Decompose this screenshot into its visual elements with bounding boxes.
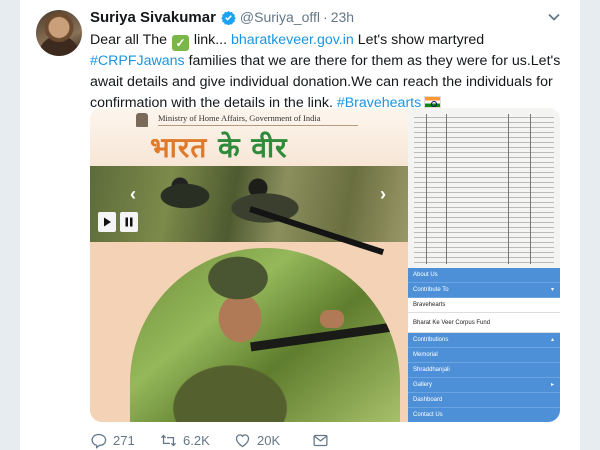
tweet-text-part: link... bbox=[189, 32, 231, 48]
media-poster-image[interactable]: Ministry of Home Affairs, Government of … bbox=[90, 108, 408, 422]
video-slideshow[interactable]: ‹ › bbox=[90, 166, 408, 256]
tweet-timestamp[interactable]: 23h bbox=[331, 9, 354, 25]
document-column-line bbox=[508, 114, 509, 264]
poster-title: भारत के वीर bbox=[150, 128, 288, 166]
menu-item-label: Contact Us bbox=[413, 412, 443, 418]
menu-item-label: Bravehearts bbox=[413, 302, 446, 308]
emblem-icon bbox=[136, 113, 148, 127]
menu-item-label: Shraddhanjali bbox=[413, 367, 450, 373]
menu-item-label: Contribute To bbox=[413, 287, 449, 293]
ministry-banner: Ministry of Home Affairs, Government of … bbox=[90, 108, 408, 166]
chevron-right-icon: ▸ bbox=[550, 382, 554, 388]
menu-item-label: Memorial bbox=[413, 352, 438, 358]
verified-badge-icon bbox=[221, 10, 236, 25]
chevron-down-icon[interactable] bbox=[546, 10, 562, 24]
tweet-card[interactable]: Suriya Sivakumar @Suriya_offl · 23h Dear… bbox=[20, 0, 580, 450]
chevron-down-icon: ▾ bbox=[550, 287, 554, 293]
direct-message-button[interactable] bbox=[312, 432, 329, 449]
like-button[interactable]: 20K bbox=[234, 432, 280, 449]
menu-item-label: About Us bbox=[413, 272, 438, 278]
poster-title-orange: भारत bbox=[150, 131, 208, 164]
timeline-background-right bbox=[580, 0, 600, 450]
reply-button[interactable]: 271 bbox=[90, 432, 135, 449]
media-grid[interactable]: Ministry of Home Affairs, Government of … bbox=[90, 108, 560, 422]
pause-icon bbox=[125, 217, 133, 227]
retweet-icon bbox=[160, 434, 177, 447]
menu-item-label: Gallery bbox=[413, 382, 433, 388]
menu-item-about-us: About Us bbox=[408, 268, 560, 283]
soldier-photo bbox=[130, 248, 400, 422]
author-name[interactable]: Suriya Sivakumar bbox=[90, 9, 216, 26]
document-column-line bbox=[446, 114, 447, 264]
pause-button[interactable] bbox=[120, 212, 138, 232]
avatar[interactable] bbox=[36, 10, 82, 56]
ministry-label: Ministry of Home Affairs, Government of … bbox=[158, 113, 321, 123]
timeline-background-left bbox=[0, 0, 20, 450]
retweet-button[interactable]: 6.2K bbox=[160, 432, 210, 449]
header-separator: · bbox=[323, 9, 328, 25]
menu-item-corpus-fund: Bharat Ke Veer Corpus Fund bbox=[408, 313, 560, 333]
slideshow-prev-arrow[interactable]: ‹ bbox=[130, 184, 136, 205]
menu-item-contributions: Contributions ▴ bbox=[408, 333, 560, 348]
url-link[interactable]: bharatkeveer.gov.in bbox=[231, 32, 354, 48]
tweet-text-part: Let's show martyred bbox=[353, 32, 485, 48]
menu-item-label: Bharat Ke Veer Corpus Fund bbox=[413, 320, 491, 326]
menu-item-label: Contributions bbox=[413, 337, 449, 343]
website-menu-image[interactable]: About Us Contribute To ▾ Bravehearts Bhar… bbox=[408, 268, 560, 422]
menu-item-label: Dashboard bbox=[413, 397, 443, 403]
check-mark-icon: ✓ bbox=[171, 35, 189, 51]
play-button[interactable] bbox=[98, 212, 116, 232]
envelope-icon bbox=[313, 434, 328, 447]
menu-item-shraddhanjali: Shraddhanjali bbox=[408, 363, 560, 378]
document-table-lines bbox=[414, 114, 554, 264]
menu-item-gallery: Gallery ▸ bbox=[408, 378, 560, 393]
like-count: 20K bbox=[257, 433, 281, 448]
chevron-up-icon: ▴ bbox=[550, 337, 554, 343]
menu-item-dashboard: Dashboard bbox=[408, 393, 560, 408]
author-handle[interactable]: @Suriya_offl bbox=[240, 9, 320, 25]
tweet-header: Suriya Sivakumar @Suriya_offl · 23h bbox=[90, 8, 354, 26]
menu-item-contact-us: Contact Us bbox=[408, 408, 560, 422]
reply-icon bbox=[91, 433, 107, 449]
hashtag-link-crpfjawans[interactable]: #CRPFJawans bbox=[90, 53, 185, 69]
hand-graphic bbox=[320, 310, 344, 328]
india-flag-icon bbox=[424, 96, 442, 108]
play-icon bbox=[103, 217, 111, 227]
media-document-image[interactable] bbox=[408, 108, 560, 268]
menu-item-bravehearts: Bravehearts bbox=[408, 298, 560, 313]
heart-icon bbox=[235, 434, 250, 448]
poster-title-green: के वीर bbox=[218, 131, 288, 164]
document-column-line bbox=[530, 114, 531, 264]
ministry-divider bbox=[158, 125, 358, 126]
slideshow-next-arrow[interactable]: › bbox=[380, 184, 386, 205]
reply-count: 271 bbox=[113, 433, 135, 448]
tweet-text: Dear all The ✓ link... bharatkeveer.gov.… bbox=[90, 30, 576, 114]
menu-item-memorial: Memorial bbox=[408, 348, 560, 363]
menu-item-contribute-to: Contribute To ▾ bbox=[408, 283, 560, 298]
tweet-text-part: Dear all The bbox=[90, 32, 171, 48]
document-column-line bbox=[426, 114, 427, 264]
retweet-count: 6.2K bbox=[183, 433, 210, 448]
